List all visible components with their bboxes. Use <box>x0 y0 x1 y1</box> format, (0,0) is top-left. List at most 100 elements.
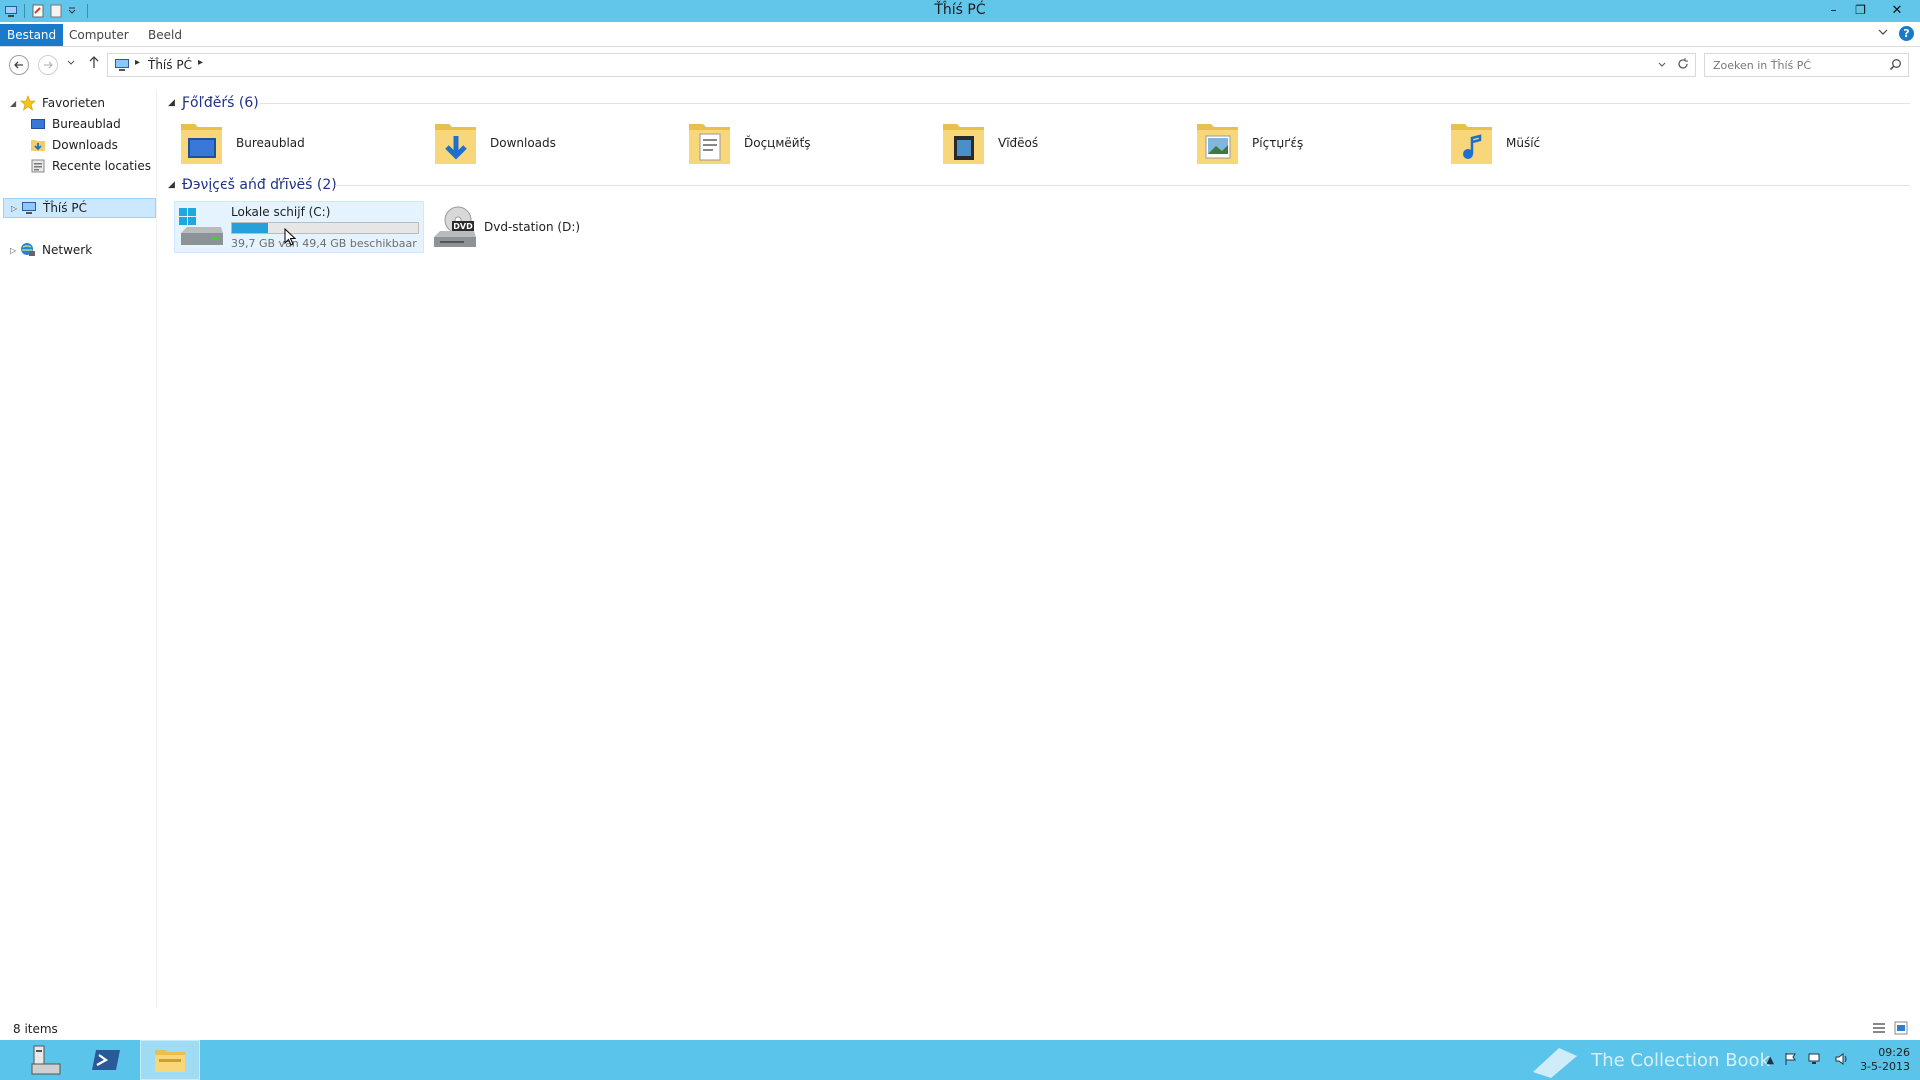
nav-network-label: Netwerk <box>42 243 93 257</box>
address-history-chevron-icon[interactable] <box>1657 57 1667 74</box>
collapse-triangle-icon[interactable]: ◢ <box>10 99 20 108</box>
collapse-triangle-icon[interactable]: ◢ <box>168 98 182 108</box>
favorites-star-icon <box>20 95 36 111</box>
pictures-folder-icon <box>1197 124 1238 164</box>
breadcrumb-chevron-icon[interactable]: ▸ <box>198 57 203 68</box>
nav-item-label: Recente locaties <box>52 159 151 173</box>
ribbon: Bestand Computer Beeld ? <box>0 22 1920 47</box>
taskbar-server-manager[interactable] <box>16 1040 76 1080</box>
folder-music[interactable]: Müśíć <box>1448 115 1698 171</box>
documents-folder-icon <box>689 124 730 164</box>
network-tray-icon[interactable] <box>1808 1052 1824 1069</box>
nav-item-label: Bureaublad <box>52 117 121 131</box>
drive-d[interactable]: DVD Dvd-station (D:) <box>428 201 678 253</box>
nav-this-pc-label: Ťĥíś РĆ <box>43 201 87 215</box>
close-button[interactable]: ✕ <box>1874 0 1920 20</box>
folder-bureaublad[interactable]: Bureaublad <box>178 115 428 171</box>
ribbon-right-controls: ? <box>1877 26 1914 41</box>
status-bar: 8 items <box>0 1018 1920 1040</box>
downloads-icon <box>30 137 46 153</box>
nav-item-downloads[interactable]: Downloads <box>30 135 118 155</box>
recent-locations-icon <box>30 158 46 174</box>
folder-documents[interactable]: Ďоçцмёйťş <box>686 115 936 171</box>
nav-item-recent-locations[interactable]: Recente locaties <box>30 156 151 176</box>
nav-item-bureaublad[interactable]: Bureaublad <box>30 114 121 134</box>
forward-button[interactable] <box>38 55 58 75</box>
search-box[interactable] <box>1704 53 1909 77</box>
drive-name: Dvd-station (D:) <box>484 220 581 234</box>
content-pane: ◢ Ƒőľđěŕś (6) Bureaublad Downloads Ďоçцм… <box>160 90 1920 1008</box>
drive-c[interactable]: Lokale schijf (C:) 39,7 GB van 49,4 GB b… <box>174 201 424 253</box>
taskbar-file-explorer[interactable] <box>140 1040 200 1080</box>
network-icon <box>20 242 36 258</box>
collapse-triangle-icon[interactable]: ◢ <box>168 180 182 190</box>
drive-info: Lokale schijf (C:) 39,7 GB van 49,4 GB b… <box>231 205 419 250</box>
devices-group-header[interactable]: ◢ Ðэνįçєš аńđ ďŕīνёś (2) <box>168 175 337 195</box>
hard-drive-icon <box>179 208 223 245</box>
this-pc-small-icon <box>114 58 130 72</box>
recent-locations-chevron-icon[interactable] <box>66 56 76 71</box>
navigation-bar: ▸ Ťĥíś РĆ ▸ <box>0 48 1920 80</box>
downloads-folder-icon <box>435 124 476 164</box>
search-input[interactable] <box>1705 54 1885 76</box>
back-button[interactable] <box>9 55 29 75</box>
powershell-icon <box>92 1050 120 1070</box>
action-center-flag-icon[interactable] <box>1784 1052 1798 1069</box>
up-button[interactable] <box>88 55 100 72</box>
clock-time: 09:26 <box>1878 1046 1910 1059</box>
details-view-icon[interactable] <box>1872 1021 1886 1038</box>
nav-this-pc[interactable]: ▷ Ťĥíś РĆ <box>3 198 156 218</box>
expand-triangle-icon[interactable]: ▷ <box>11 204 21 213</box>
folder-label: Рíçτџґέş <box>1252 136 1304 150</box>
drive-free-space: 39,7 GB van 49,4 GB beschikbaar <box>231 236 417 250</box>
folder-label: Downloads <box>490 136 556 150</box>
tab-computer[interactable]: Computer <box>62 24 136 46</box>
tab-bestand[interactable]: Bestand <box>0 24 64 46</box>
nav-favorites-label: Favorieten <box>42 96 105 110</box>
music-folder-icon <box>1451 124 1492 164</box>
desktop-icon <box>30 116 46 132</box>
dvd-label: DVD <box>453 222 473 231</box>
breadcrumb-this-pc[interactable]: Ťĥíś РĆ <box>148 58 192 72</box>
refresh-icon[interactable] <box>1677 57 1689 74</box>
system-tray: ▲ 09:26 3-5-2013 <box>1766 1040 1920 1080</box>
view-toggle <box>1872 1021 1908 1038</box>
folders-group-title: Ƒőľđěŕś (6) <box>182 95 259 111</box>
help-icon[interactable]: ? <box>1899 26 1914 41</box>
mouse-cursor-icon <box>284 228 296 246</box>
nav-network[interactable]: ▷ Netwerk <box>10 240 92 260</box>
breadcrumb-chevron-icon[interactable]: ▸ <box>135 57 140 68</box>
minimize-button[interactable]: – <box>1820 0 1847 20</box>
up-arrow-icon <box>89 56 99 68</box>
window-controls: – ❐ ✕ <box>1820 0 1920 20</box>
expand-ribbon-chevron-icon[interactable] <box>1877 26 1889 41</box>
folder-label: Bureaublad <box>236 136 305 150</box>
tiles-view-icon[interactable] <box>1894 1021 1908 1038</box>
drive-usage-bar <box>231 221 419 234</box>
desktop-folder-icon <box>181 124 222 164</box>
show-hidden-icons-icon[interactable]: ▲ <box>1766 1055 1774 1066</box>
volume-icon[interactable] <box>1834 1052 1850 1069</box>
drive-usage-fill <box>232 222 269 233</box>
title-bar: Ťĥíś РĆ – ❐ ✕ <box>0 0 1920 22</box>
restore-button[interactable]: ❐ <box>1847 0 1874 20</box>
tab-beeld[interactable]: Beeld <box>141 24 189 46</box>
folders-group-header[interactable]: ◢ Ƒőľđěŕś (6) <box>168 93 259 113</box>
taskbar-powershell[interactable] <box>76 1040 136 1080</box>
folder-downloads[interactable]: Downloads <box>432 115 682 171</box>
search-icon[interactable] <box>1889 58 1902 74</box>
group-divider <box>335 185 1910 186</box>
server-manager-icon <box>31 1045 61 1075</box>
folder-pictures[interactable]: Рíçτџґέş <box>1194 115 1444 171</box>
address-bar[interactable]: ▸ Ťĥíś РĆ ▸ <box>107 53 1696 77</box>
videos-folder-icon <box>943 124 984 164</box>
taskbar: The Collection Book ▲ 09:26 3-5-2013 <box>0 1040 1920 1080</box>
nav-favorites[interactable]: ◢ Favorieten <box>10 93 105 113</box>
back-arrow-icon <box>14 61 23 69</box>
expand-triangle-icon[interactable]: ▷ <box>10 246 20 255</box>
clock[interactable]: 09:26 3-5-2013 <box>1860 1046 1910 1074</box>
this-pc-icon <box>21 200 37 216</box>
folder-label: Müśíć <box>1506 136 1541 150</box>
folder-videos[interactable]: Vĩđёoś <box>940 115 1190 171</box>
address-bar-controls <box>1657 57 1689 74</box>
